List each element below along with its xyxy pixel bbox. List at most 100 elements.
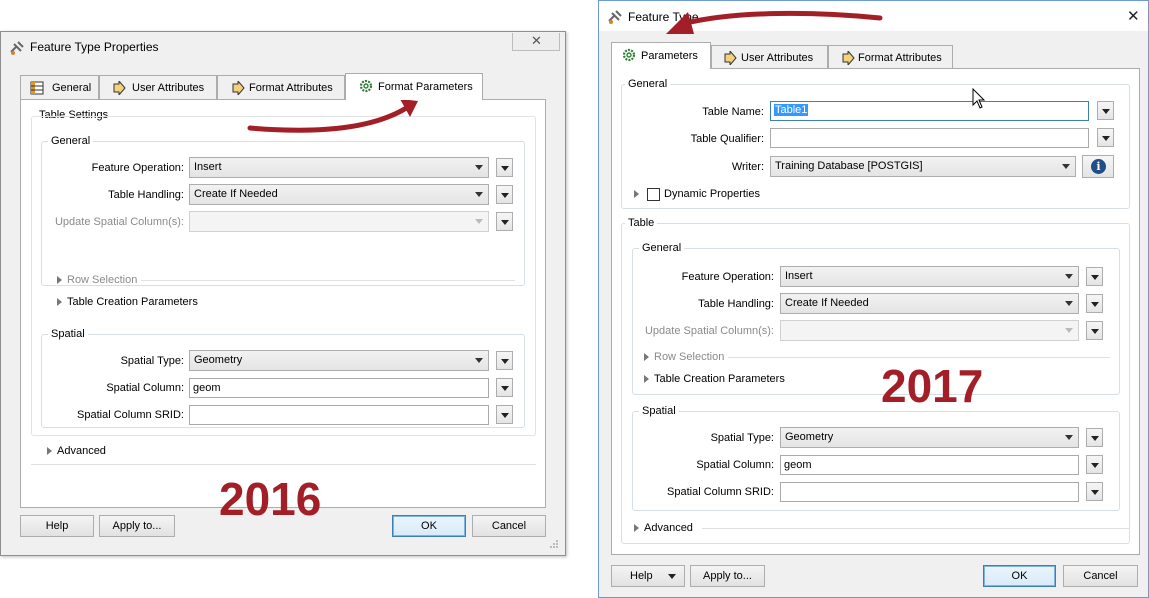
update-spatial-select[interactable] [780, 320, 1079, 341]
close-icon[interactable]: ✕ [1127, 7, 1140, 25]
chevron-down-icon [475, 192, 483, 197]
general-group-title: General [48, 135, 94, 147]
advanced-expander[interactable]: Advanced [47, 445, 106, 457]
apply-to-button[interactable]: Apply to... [99, 515, 175, 537]
table-creation-label: Table Creation Parameters [654, 373, 785, 385]
update-spatial-menu-button[interactable] [496, 212, 513, 231]
writer-label: Writer: [731, 161, 764, 173]
table-handling-select[interactable]: Create If Needed [780, 293, 1079, 314]
writer-select[interactable]: Training Database [POSTGIS] [770, 156, 1076, 177]
spatial-column-menu-button[interactable] [496, 378, 513, 397]
spatial-srid-menu-button[interactable] [496, 405, 513, 424]
table-handling-value: Create If Needed [785, 297, 869, 309]
table-name-input[interactable]: Table1 [770, 101, 1089, 121]
spatial-column-value: geom [193, 382, 221, 394]
update-spatial-select[interactable] [189, 211, 489, 232]
feature-operation-select[interactable]: Insert [189, 157, 489, 178]
spatial-type-menu-button[interactable] [496, 351, 513, 370]
tab-format-attributes-label: Format Attributes [858, 52, 942, 64]
tab-format-parameters-label: Format Parameters [378, 81, 473, 93]
chevron-down-icon [475, 219, 483, 224]
table-handling-value: Create If Needed [194, 188, 278, 200]
ok-button[interactable]: OK [983, 565, 1056, 587]
table-handling-menu-button[interactable] [1086, 294, 1103, 313]
row-selection-divider [728, 357, 1110, 358]
arrow-right-icon [724, 51, 737, 65]
spatial-srid-label: Spatial Column SRID: [667, 486, 774, 498]
format-parameters-panel: Table Settings General Feature Operation… [20, 99, 546, 525]
table-icon [30, 81, 44, 95]
table-creation-expander[interactable]: Table Creation Parameters [57, 296, 198, 308]
spatial-type-value: Geometry [785, 431, 834, 443]
spatial-type-menu-button[interactable] [1086, 428, 1103, 447]
tab-format-parameters[interactable]: Format Parameters [345, 73, 483, 100]
chevron-down-icon [1065, 274, 1073, 279]
update-spatial-menu-button[interactable] [1086, 321, 1103, 340]
table-name-label: Table Name: [702, 106, 764, 118]
chevron-down-icon [1065, 328, 1073, 333]
tab-user-attributes[interactable]: User Attributes [711, 45, 828, 69]
help-button[interactable]: Help [611, 565, 685, 587]
parameters-panel: General Table Name: Table1 Table Qualifi… [611, 68, 1140, 555]
feature-operation-menu-button[interactable] [1086, 267, 1103, 286]
table-qualifier-label: Table Qualifier: [690, 133, 764, 145]
expand-triangle-icon [57, 276, 62, 284]
table-name-menu-button[interactable] [1097, 101, 1114, 120]
cancel-button[interactable]: Cancel [472, 515, 546, 537]
tab-parameters[interactable]: Parameters [611, 42, 711, 69]
expand-triangle-icon [634, 524, 639, 532]
update-spatial-label: Update Spatial Column(s): [644, 325, 774, 337]
spatial-column-input[interactable]: geom [780, 455, 1079, 475]
chevron-down-icon [501, 220, 509, 225]
close-button[interactable]: ✕ [512, 33, 560, 51]
chevron-down-icon [501, 359, 509, 364]
writer-info-button[interactable]: i [1082, 155, 1114, 178]
spatial-column-menu-button[interactable] [1086, 455, 1103, 474]
spatial-srid-input[interactable] [189, 405, 489, 425]
table-creation-expander[interactable]: Table Creation Parameters [644, 373, 785, 385]
tab-user-attributes[interactable]: User Attributes [99, 75, 217, 99]
chevron-down-icon [475, 165, 483, 170]
cancel-button[interactable]: Cancel [1063, 565, 1138, 587]
dynamic-properties-expander[interactable] [634, 188, 644, 200]
chevron-down-icon [501, 166, 509, 171]
advanced-label: Advanced [644, 522, 693, 534]
year-2017-annotation: 2017 [881, 360, 984, 412]
row-selection-expander[interactable]: Row Selection [644, 351, 724, 363]
help-button[interactable]: Help [20, 515, 94, 537]
chevron-down-icon [1091, 463, 1099, 468]
spatial-type-select[interactable]: Geometry [189, 350, 489, 371]
dialog-2016-titlebar[interactable]: Feature Type Properties ✕ [1, 32, 565, 62]
tab-general[interactable]: General [20, 75, 99, 99]
table-qualifier-menu-button[interactable] [1097, 128, 1114, 147]
dialog-2017-feature-type: Feature Type ✕ Parameters User Attribute… [598, 0, 1149, 598]
ok-button[interactable]: OK [392, 515, 466, 537]
spatial-srid-menu-button[interactable] [1086, 482, 1103, 501]
expand-triangle-icon [644, 353, 649, 361]
resize-grip-icon[interactable] [549, 539, 559, 549]
tab-format-attributes[interactable]: Format Attributes [828, 45, 953, 69]
expand-triangle-icon [634, 190, 639, 198]
table-handling-menu-button[interactable] [496, 185, 513, 204]
spatial-group-title: Spatial [639, 405, 679, 417]
arrow-right-icon [842, 51, 855, 65]
mouse-cursor-icon [972, 88, 986, 109]
advanced-expander[interactable]: Advanced [634, 522, 693, 534]
feature-operation-select[interactable]: Insert [780, 266, 1079, 287]
advanced-divider [31, 464, 536, 465]
year-2016-annotation: 2016 [219, 473, 322, 525]
spatial-type-select[interactable]: Geometry [780, 427, 1079, 448]
chevron-down-icon [1091, 490, 1099, 495]
table-creation-label: Table Creation Parameters [67, 296, 198, 308]
apply-to-button[interactable]: Apply to... [690, 565, 765, 587]
dynamic-properties-checkbox[interactable] [647, 188, 660, 201]
feature-operation-menu-button[interactable] [496, 158, 513, 177]
spatial-srid-input[interactable] [780, 482, 1079, 502]
spatial-srid-label: Spatial Column SRID: [77, 409, 184, 421]
spatial-column-input[interactable]: geom [189, 378, 489, 398]
row-selection-expander[interactable]: Row Selection [57, 274, 137, 286]
table-qualifier-input[interactable] [770, 128, 1089, 148]
table-handling-label: Table Handling: [698, 298, 774, 310]
table-handling-select[interactable]: Create If Needed [189, 184, 489, 205]
tab-user-attributes-label: User Attributes [741, 52, 814, 64]
